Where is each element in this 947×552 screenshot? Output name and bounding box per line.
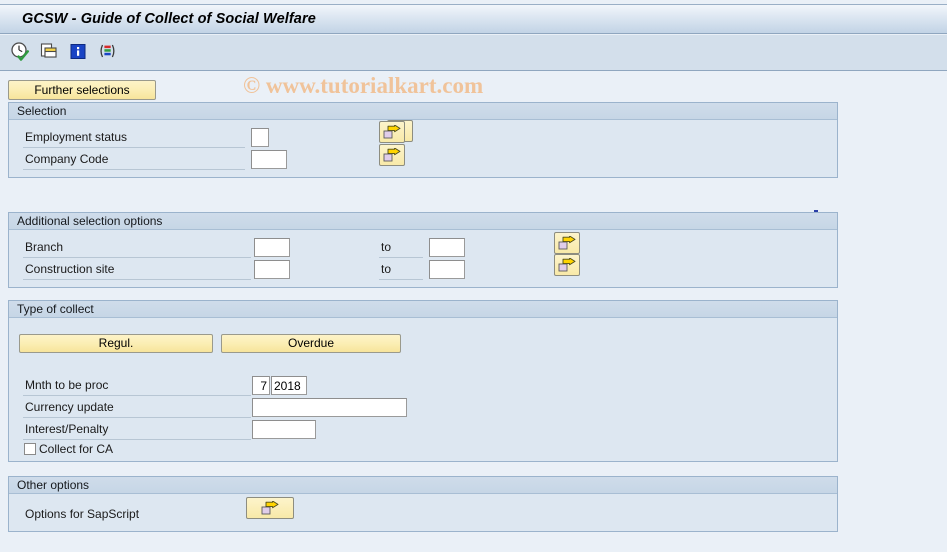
matchcode-arrow-icon (558, 235, 576, 249)
branch-label: Branch (23, 239, 251, 258)
collect-for-ca-checkbox[interactable] (24, 443, 36, 455)
group-type-of-collect-title: Type of collect (9, 301, 837, 318)
construction-site-arrow-button[interactable] (554, 254, 580, 276)
group-other-options-title: Other options (9, 477, 837, 494)
matchcode-arrow-icon (558, 257, 576, 271)
group-additional-title: Additional selection options (9, 213, 837, 230)
group-selection-title: Selection (9, 103, 837, 120)
branch-from-input[interactable] (254, 238, 290, 257)
branch-arrow-button[interactable] (554, 232, 580, 254)
toolbar-icon-group (10, 41, 117, 61)
matchcode-arrow-icon (261, 500, 279, 514)
group-additional-body: Branch to Construction site to (9, 230, 837, 287)
group-selection-body: Employment status Company Code (9, 120, 837, 177)
page-title: GCSW - Guide of Collect of Social Welfar… (22, 11, 316, 27)
group-type-of-collect-body: Regul. Overdue Mnth to be proc Currency … (9, 318, 837, 461)
employment-status-label: Employment status (23, 129, 245, 148)
matchcode-arrow-icon (383, 124, 401, 138)
application-toolbar: © www.tutorialkart.com (0, 35, 947, 98)
company-code-input[interactable] (251, 150, 287, 169)
execute-clock-icon[interactable] (10, 41, 30, 61)
month-to-be-processed-label: Mnth to be proc (23, 377, 251, 396)
group-additional-selection-options: Additional selection options Branch to C… (8, 212, 838, 288)
year-input[interactable] (271, 376, 307, 395)
construction-site-to-label: to (379, 261, 423, 280)
group-type-of-collect: Type of collect Regul. Overdue Mnth to b… (8, 300, 838, 462)
group-selection: Selection Employment status Company Code (8, 102, 838, 178)
group-other-options: Other options Options for SapScript (8, 476, 838, 532)
month-input[interactable] (252, 376, 270, 395)
further-selections-button[interactable]: Further selections (8, 80, 156, 100)
construction-site-label: Construction site (23, 261, 251, 280)
collect-for-ca-row[interactable]: Collect for CA (24, 442, 113, 456)
overdue-button[interactable]: Overdue (221, 334, 401, 353)
employment-status-arrow-button[interactable] (379, 121, 405, 143)
construction-site-from-input[interactable] (254, 260, 290, 279)
branch-to-input[interactable] (429, 238, 465, 257)
watermark-text: © www.tutorialkart.com (243, 73, 484, 98)
options-for-sapscript-label: Options for SapScript (25, 507, 140, 521)
info-icon[interactable] (68, 41, 88, 61)
copy-variant-icon[interactable] (39, 41, 59, 61)
collect-for-ca-label: Collect for CA (39, 442, 114, 456)
employment-status-input[interactable] (251, 128, 269, 147)
regul-button[interactable]: Regul. (19, 334, 213, 353)
matchcode-arrow-icon (383, 147, 401, 161)
construction-site-to-input[interactable] (429, 260, 465, 279)
interest-penalty-label: Interest/Penalty (23, 421, 251, 440)
group-other-options-body: Options for SapScript (9, 494, 837, 531)
currency-update-label: Currency update (23, 399, 251, 418)
currency-update-input[interactable] (252, 398, 407, 417)
interest-penalty-input[interactable] (252, 420, 316, 439)
options-for-sapscript-button[interactable] (246, 497, 294, 519)
company-code-label: Company Code (23, 151, 245, 170)
company-code-arrow-button[interactable] (379, 144, 405, 166)
color-bars-icon[interactable] (97, 41, 117, 61)
branch-to-label: to (379, 239, 423, 258)
window-title-bar: GCSW - Guide of Collect of Social Welfar… (0, 4, 947, 34)
